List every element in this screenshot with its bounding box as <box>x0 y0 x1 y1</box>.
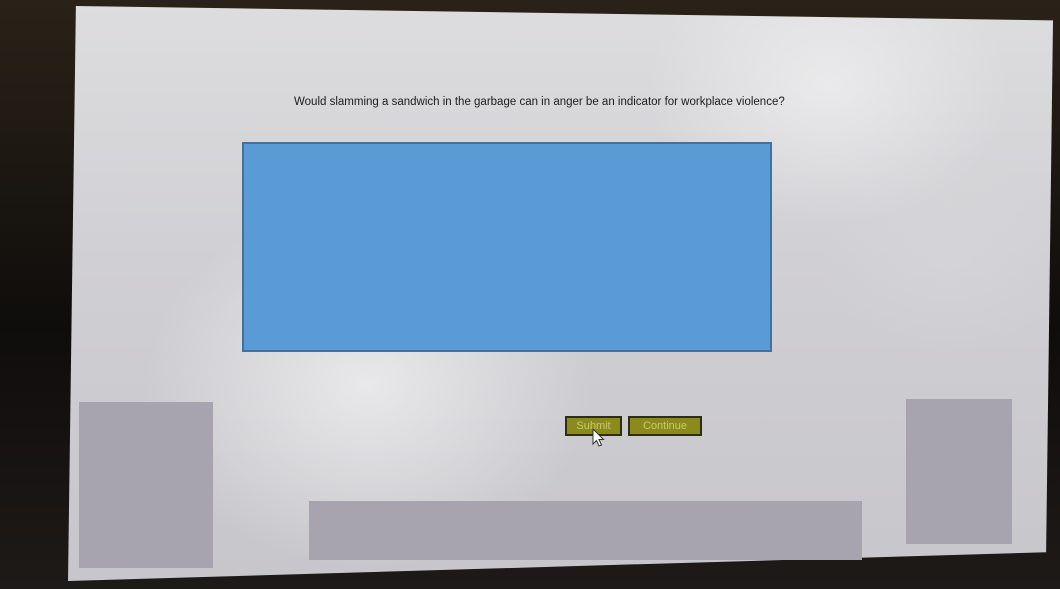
question-text: Would slamming a sandwich in the garbage… <box>294 96 785 108</box>
answer-area[interactable] <box>242 142 772 352</box>
redacted-region-bottom <box>309 501 862 560</box>
redacted-region-left <box>79 402 213 568</box>
redacted-region-right <box>906 399 1012 544</box>
continue-button[interactable]: Continue <box>628 416 702 436</box>
mouse-cursor-icon <box>592 428 605 447</box>
